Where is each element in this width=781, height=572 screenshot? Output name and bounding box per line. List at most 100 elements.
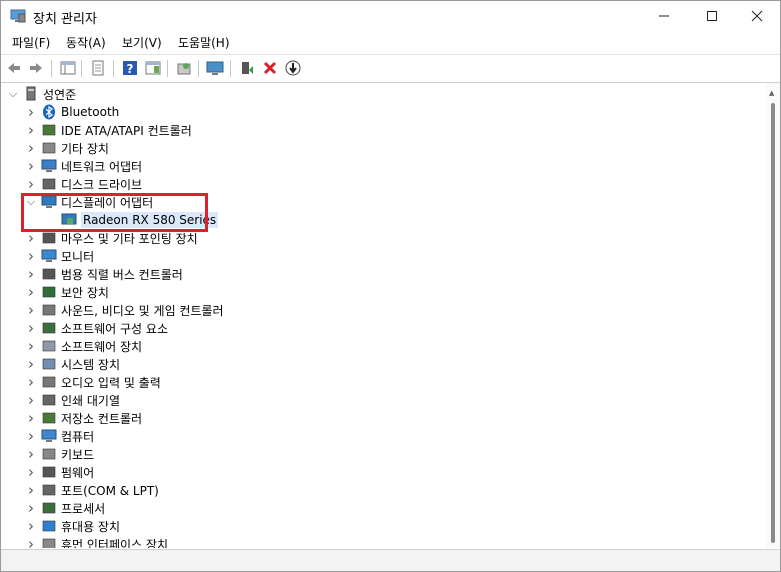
action-pane-button[interactable] [144,59,162,77]
tree-category-label: 펌웨어 [61,465,95,480]
help-button[interactable]: ? [121,59,139,77]
tree-category-label: 기타 장치 [61,141,109,156]
tree-category-row[interactable]: › 보안 장치 [25,283,109,301]
chevron-right-icon[interactable]: › [25,175,37,193]
chevron-right-icon[interactable]: › [25,157,37,175]
scroll-up-icon[interactable]: ▲ [769,89,774,97]
scrollbar-thumb[interactable] [771,103,775,543]
menu-file[interactable]: 파일(F) [12,34,50,51]
tree-root-label: 성연준 [43,87,77,102]
tree-category-row[interactable]: › 키보드 [25,445,94,463]
tree-category-row[interactable]: › 포트(COM & LPT) [25,481,159,499]
tree-category-row[interactable]: › 디스크 드라이브 [25,175,142,193]
tree-category-label: IDE ATA/ATAPI 컨트롤러 [61,123,192,138]
chevron-right-icon[interactable]: › [25,427,37,445]
audio-io-icon [42,376,56,388]
title-bar: 장치 관리자 [1,1,780,31]
tree-category-row[interactable]: › 휴대용 장치 [25,517,120,535]
chevron-right-icon[interactable]: › [25,301,37,319]
tree-category-row[interactable]: › 기타 장치 [25,139,109,157]
tree-category-label: 휴먼 인터페이스 장치 [61,537,168,549]
tree-category-label: 모니터 [61,249,95,264]
menu-view[interactable]: 보기(V) [122,34,162,51]
device-manager-window: 장치 관리자 파일(F) 동작(A) 보기(V) 도움말(H) ? ⌵ 성연준 … [0,0,781,572]
forward-button[interactable] [27,59,45,77]
update-driver-button[interactable] [238,59,256,77]
menu-help[interactable]: 도움말(H) [178,34,230,51]
minimize-icon [659,15,669,17]
tree-category-row[interactable]: › 범용 직렬 버스 컨트롤러 [25,265,183,283]
show-hide-console-tree-button[interactable] [59,59,77,77]
tree-category-row[interactable]: › IDE ATA/ATAPI 컨트롤러 [25,121,192,139]
status-bar [1,549,780,571]
minimize-button[interactable] [641,1,687,31]
ide-controller-icon [42,124,56,136]
tree-category-row[interactable]: › 소프트웨어 장치 [25,337,142,355]
tree-category-row[interactable]: › 인쇄 대기열 [25,391,120,409]
back-button[interactable] [5,59,23,77]
highlight-annotation-box [21,193,208,232]
monitor-update-icon [206,61,224,75]
bluetooth-icon [43,104,55,120]
tree-category-row[interactable]: › 프로세서 [25,499,105,517]
tree-category-row[interactable]: › 네트워크 어댑터 [25,157,142,175]
chevron-right-icon[interactable]: › [25,103,37,121]
chevron-right-icon[interactable]: › [25,517,37,535]
window-title: 장치 관리자 [33,12,97,27]
chevron-right-icon[interactable]: › [25,265,37,283]
toolbar-separator [230,60,231,77]
update-driver-monitor-button[interactable] [206,59,224,77]
maximize-button[interactable] [689,1,735,31]
chevron-right-icon[interactable]: › [25,391,37,409]
tree-category-row[interactable]: › 펌웨어 [25,463,94,481]
tree-category-row[interactable]: › 휴먼 인터페이스 장치 [25,535,168,548]
chevron-right-icon[interactable]: › [25,139,37,157]
disable-device-button[interactable] [284,59,302,77]
tree-category-row[interactable]: › Bluetooth [25,103,119,121]
chevron-right-icon[interactable]: › [25,463,37,481]
properties-icon [92,60,104,76]
tree-category-label: 휴대용 장치 [61,519,121,534]
chevron-right-icon[interactable]: › [25,247,37,265]
firmware-icon [42,466,56,478]
chevron-right-icon[interactable]: › [25,409,37,427]
hid-icon [42,538,56,548]
chevron-right-icon[interactable]: › [25,283,37,301]
tree-category-row[interactable]: › 소프트웨어 구성 요소 [25,319,168,337]
chevron-right-icon[interactable]: › [25,535,37,548]
properties-button[interactable] [89,59,107,77]
tree-root-node[interactable]: ⌵ 성연준 [7,85,76,103]
chevron-right-icon[interactable]: › [25,337,37,355]
back-arrow-icon [8,63,20,73]
chevron-right-icon[interactable]: › [25,445,37,463]
tree-category-row[interactable]: › 저장소 컨트롤러 [25,409,142,427]
close-button[interactable] [734,1,780,31]
port-icon [42,484,56,496]
chevron-right-icon[interactable]: › [25,121,37,139]
tree-category-row[interactable]: › 시스템 장치 [25,355,120,373]
chevron-right-icon[interactable]: › [25,355,37,373]
tree-category-row[interactable]: › 컴퓨터 [25,427,94,445]
menu-action[interactable]: 동작(A) [66,34,106,51]
tree-category-label: 컴퓨터 [61,429,95,444]
vertical-scrollbar[interactable]: ▲ [766,83,780,548]
uninstall-device-button[interactable] [261,59,279,77]
portable-device-icon [42,520,56,532]
monitor-icon [41,249,57,262]
software-component-icon [42,322,56,334]
system-device-icon [42,358,56,370]
device-manager-app-icon [10,9,26,23]
chevron-right-icon[interactable]: › [25,499,37,517]
chevron-right-icon[interactable]: › [25,319,37,337]
keyboard-icon [42,448,56,460]
scan-hardware-changes-button[interactable] [175,59,193,77]
tree-category-row[interactable]: › 사운드, 비디오 및 게임 컨트롤러 [25,301,224,319]
printer-icon [42,394,56,406]
chevron-down-icon[interactable]: ⌵ [7,85,19,103]
tree-category-row[interactable]: › 모니터 [25,247,94,265]
chevron-right-icon[interactable]: › [25,373,37,391]
tree-category-label: 포트(COM & LPT) [61,483,159,498]
chevron-right-icon[interactable]: › [25,481,37,499]
tree-category-row[interactable]: › 오디오 입력 및 출력 [25,373,161,391]
tree-category-label: 디스크 드라이브 [61,177,143,192]
